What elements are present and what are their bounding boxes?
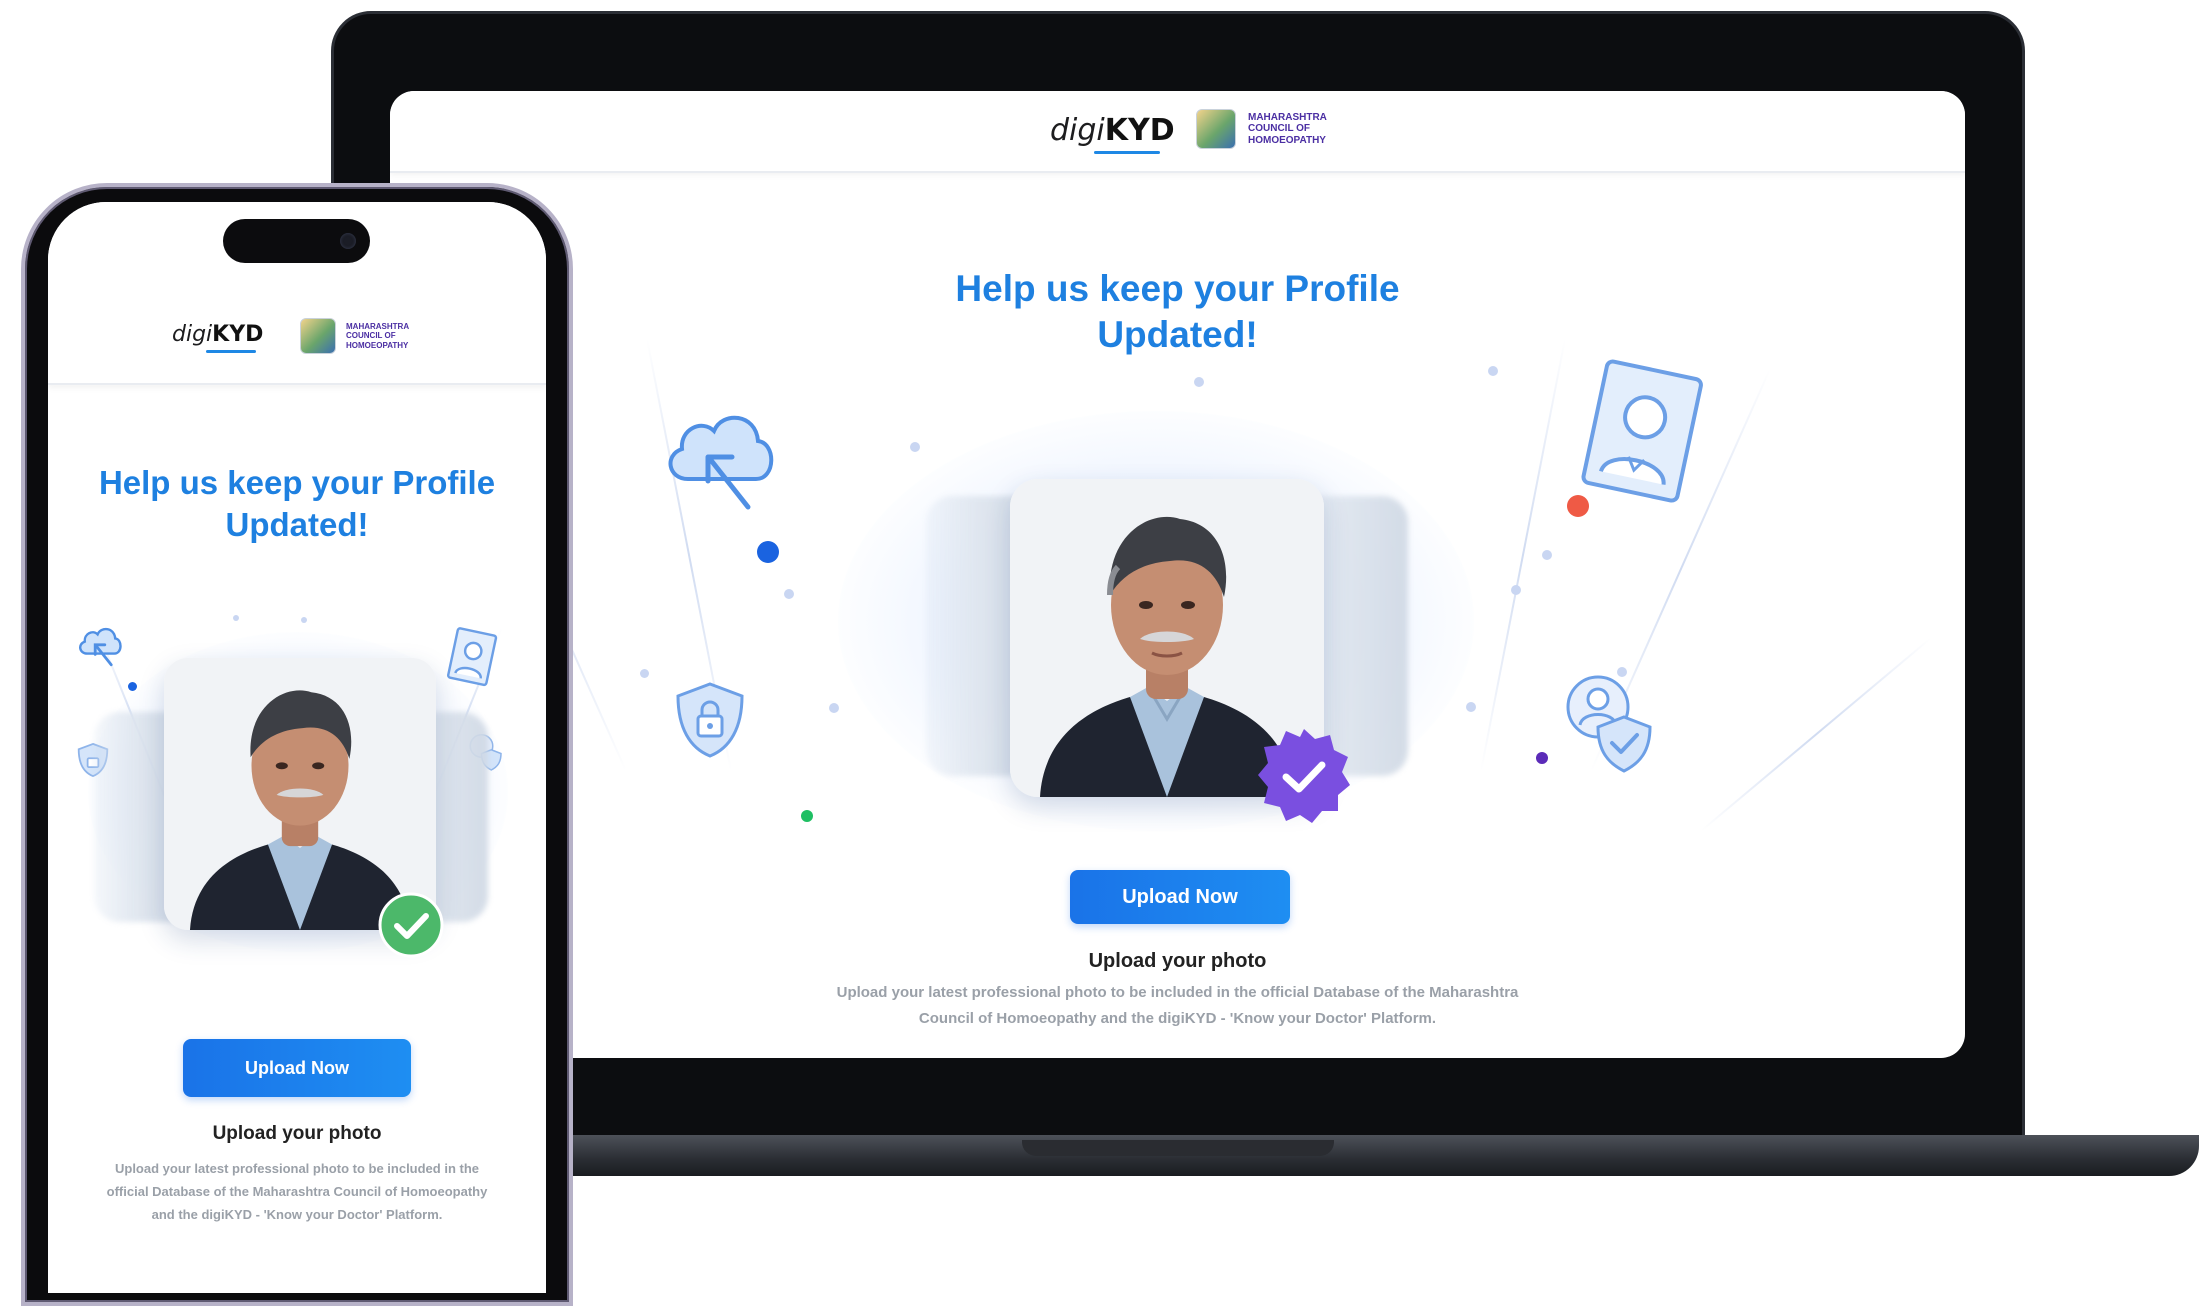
mobile-screen: digi KYD MAHARASHTRA COUNCIL OF HOMOEOPA… <box>48 202 546 1293</box>
digikyd-logo: digi KYD <box>172 316 263 353</box>
dynamic-island <box>223 219 370 263</box>
upload-description: Upload your latest professional photo to… <box>836 984 1519 1027</box>
logo-swoosh <box>1094 151 1160 154</box>
logo-divider <box>1177 107 1179 155</box>
upload-now-button[interactable]: Upload Now <box>1070 870 1290 924</box>
laptop-hinge <box>1022 1140 1334 1156</box>
cloud-upload-icon <box>668 415 774 510</box>
desktop-screen: digi KYD MAHARASHTRA COUNCIL OF HOMOEOPA… <box>390 91 1965 1058</box>
mockup-stage: digi KYD MAHARASHTRA COUNCIL OF HOMOEOPA… <box>0 0 2199 1306</box>
shield-lock-icon <box>676 682 744 758</box>
upload-description: Upload your latest professional photo to… <box>106 1161 488 1222</box>
council-logo: MAHARASHTRA COUNCIL OF HOMOEOPATHY <box>1196 109 1327 149</box>
council-emblem-icon <box>1196 109 1236 149</box>
user-shield-icon <box>1566 675 1652 773</box>
cloud-upload-icon <box>79 627 122 667</box>
council-logo: MAHARASHTRA COUNCIL OF HOMOEOPATHY <box>300 318 409 354</box>
logo-divider <box>278 310 280 368</box>
doctor-portrait <box>164 658 436 930</box>
logo-swoosh <box>206 350 256 353</box>
digikyd-logo: digi KYD <box>1050 107 1175 154</box>
camera-icon <box>340 233 356 249</box>
upload-photo-heading: Upload your photo <box>212 1123 382 1144</box>
check-circle-icon <box>378 892 444 958</box>
upload-photo-heading: Upload your photo <box>1088 950 1267 972</box>
id-card-icon <box>1581 359 1703 503</box>
profile-photo <box>164 658 436 930</box>
upload-now-button[interactable]: Upload Now <box>183 1039 411 1097</box>
laptop-base <box>520 1135 2199 1176</box>
verified-badge-icon <box>1258 729 1350 823</box>
desktop-header: digi KYD MAHARASHTRA COUNCIL OF HOMOEOPA… <box>390 91 1965 173</box>
page-title: Help us keep your Profile Updated! <box>98 464 496 543</box>
id-card-icon <box>447 627 498 687</box>
page-title: Help us keep your Profile Updated! <box>955 268 1400 355</box>
council-emblem-icon <box>300 318 336 354</box>
